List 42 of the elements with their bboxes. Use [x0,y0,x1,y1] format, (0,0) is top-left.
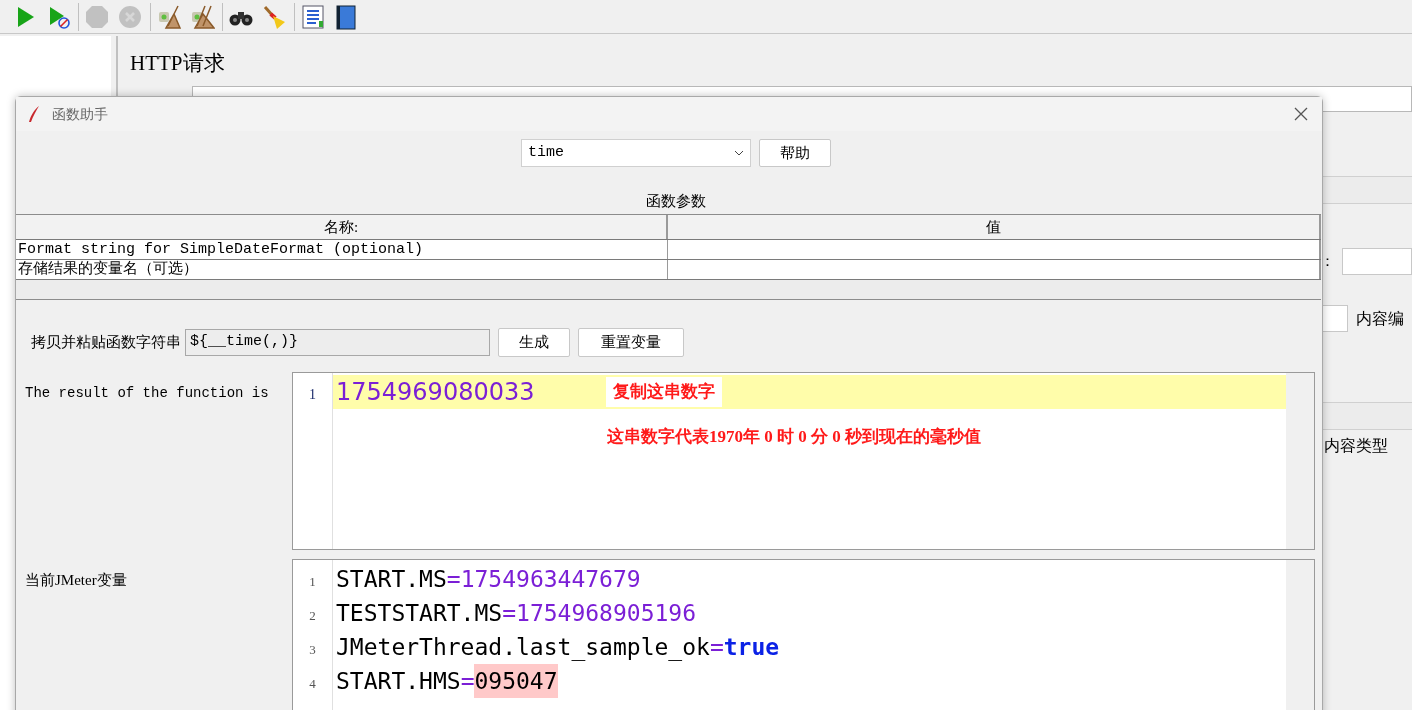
field-label: ： [1320,252,1336,272]
line-number: 3 [309,641,316,659]
result-value: 1754969080033 [336,377,536,408]
function-string-field[interactable]: ${__time(,)} [185,329,490,356]
dialog-title: 函数助手 [52,105,108,124]
encoding-label: 内容编 [1356,308,1404,329]
close-button[interactable] [1292,105,1310,123]
variable-name: START.HMS [336,666,461,696]
reset-button[interactable]: 重置变量 [578,328,684,357]
panel-title: HTTP请求 [130,50,226,76]
result-label: The result of the function is [25,384,270,403]
variable-name: TESTSTART.MS [336,598,503,628]
variable-value: 1754963447679 [460,564,641,594]
line-number: 4 [309,675,316,693]
line-number: 1 [309,573,316,591]
table-cell: 存储结果的变量名（可选） [16,260,668,279]
chevron-down-icon [734,150,744,156]
copy-label: 拷贝并粘贴函数字符串 [31,333,181,353]
generate-button[interactable]: 生成 [498,328,570,357]
column-header: 值 [668,215,1321,239]
help-button[interactable]: 帮助 [759,139,831,167]
equals-sign: = [709,632,724,660]
feather-icon [28,105,40,123]
line-number: 2 [309,607,316,625]
content-type-label: 内容类型 [1324,436,1389,456]
column-header: 名称: [16,215,668,239]
variable-name: START.MS [336,564,447,594]
params-title: 函数参数 [645,192,706,211]
variable-name: JMeterThread.last_sample_ok [336,632,710,663]
variable-value: true [723,632,780,662]
equals-sign: = [446,564,461,594]
function-select[interactable]: time [521,139,751,167]
equals-sign: = [502,598,517,628]
line-number: 1 [309,386,316,404]
variable-value: 1754968905196 [516,598,697,628]
annotation-note: 复制这串数字 [606,377,722,407]
text-field[interactable] [1342,248,1412,275]
annotation-text: 这串数字代表1970年 0 时 0 分 0 秒到现在的毫秒值 [607,426,982,448]
table-cell: Format string for SimpleDateFormat (optional) [16,240,668,259]
equals-sign: = [460,666,475,696]
variable-value: 095047 [474,663,558,699]
vars-label: 当前JMeter变量 [25,571,128,590]
